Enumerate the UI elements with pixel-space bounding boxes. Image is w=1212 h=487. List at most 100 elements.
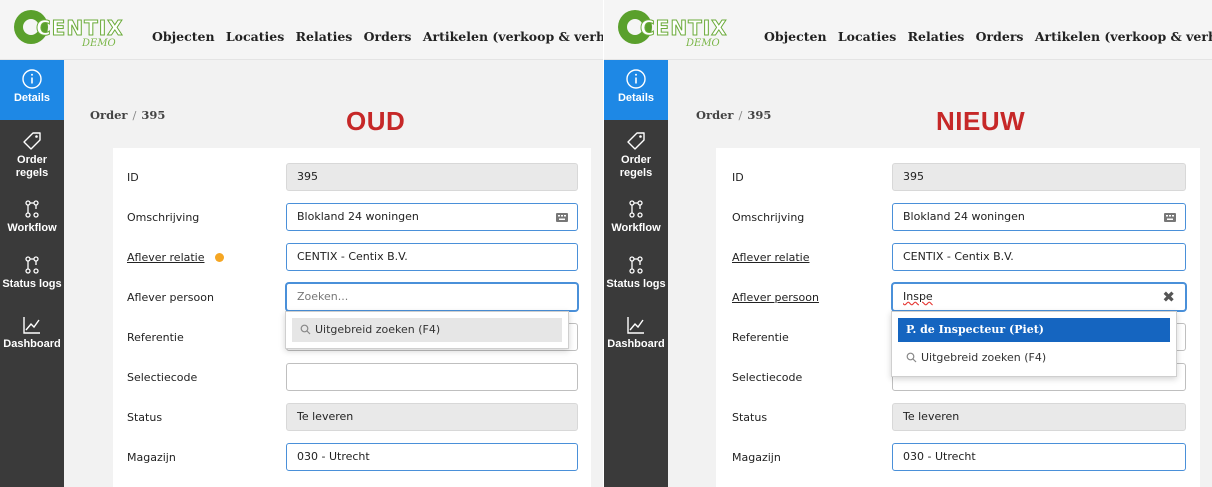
id-field: 395 bbox=[892, 163, 1186, 191]
tag-icon bbox=[627, 132, 645, 150]
advanced-search-label: Uitgebreid zoeken (F4) bbox=[921, 351, 1047, 364]
aflever-persoon-input[interactable]: Zoeken... bbox=[286, 283, 578, 311]
nav-locaties[interactable]: Locaties bbox=[838, 29, 896, 44]
nav-orders[interactable]: Orders bbox=[364, 29, 412, 44]
sidebar-item-details[interactable]: Details bbox=[604, 60, 668, 120]
logo-edition: DEMO bbox=[82, 38, 116, 49]
label-referentie: Referentie bbox=[732, 331, 789, 344]
breadcrumb: Order / 395 bbox=[696, 108, 771, 122]
main-nav: Objecten Locaties Relaties Orders Artike… bbox=[152, 29, 604, 44]
version-label: OUD bbox=[346, 106, 406, 136]
nav-artikelen[interactable]: Artikelen (verkoop & verhuur) bbox=[423, 29, 604, 44]
keyboard-icon[interactable] bbox=[1163, 210, 1177, 224]
sidebar-item-label: Details bbox=[617, 92, 655, 104]
sidebar: Details Order regels Workflow Status log… bbox=[0, 60, 64, 487]
main-nav: Objecten Locaties Relaties Orders Artike… bbox=[764, 29, 1212, 44]
workflow-icon bbox=[629, 256, 643, 274]
chart-icon bbox=[23, 317, 40, 334]
breadcrumb-current: 395 bbox=[141, 108, 166, 122]
label-omschrijving: Omschrijving bbox=[732, 211, 805, 224]
order-form: ID Omschrijving Aflever relatie Aflever … bbox=[716, 148, 1200, 487]
search-icon bbox=[300, 324, 311, 335]
nav-relaties[interactable]: Relaties bbox=[908, 29, 965, 44]
search-icon bbox=[906, 352, 917, 363]
aflever-relatie-field[interactable]: CENTIX - Centix B.V. bbox=[286, 243, 578, 271]
advanced-search-label: Uitgebreid zoeken (F4) bbox=[315, 323, 441, 336]
sidebar-item-order-regels[interactable]: Order regels bbox=[604, 130, 668, 180]
sidebar-item-label: Order regels bbox=[619, 154, 653, 179]
version-label: NIEUW bbox=[936, 106, 1026, 136]
new-panel: CENTIX DEMO Objecten Locaties Relaties O… bbox=[604, 0, 1212, 487]
omschrijving-field[interactable]: Blokland 24 woningen bbox=[286, 203, 578, 231]
sidebar-item-workflow[interactable]: Workflow bbox=[604, 198, 668, 235]
centix-logo[interactable]: CENTIX DEMO bbox=[14, 10, 134, 52]
sidebar-item-details[interactable]: Details bbox=[0, 60, 64, 120]
workflow-icon bbox=[25, 256, 39, 274]
label-magazijn: Magazijn bbox=[127, 451, 176, 464]
sidebar-item-dashboard[interactable]: Dashboard bbox=[0, 314, 64, 351]
search-result-item[interactable]: P. de Inspecteur (Piet) bbox=[898, 318, 1170, 342]
sidebar-item-workflow[interactable]: Workflow bbox=[0, 198, 64, 235]
omschrijving-field[interactable]: Blokland 24 woningen bbox=[892, 203, 1186, 231]
sidebar-item-dashboard[interactable]: Dashboard bbox=[604, 314, 668, 351]
sidebar-item-status-logs[interactable]: Status logs bbox=[0, 254, 64, 291]
nav-relaties[interactable]: Relaties bbox=[296, 29, 353, 44]
workflow-icon bbox=[25, 200, 39, 218]
id-field: 395 bbox=[286, 163, 578, 191]
breadcrumb-root[interactable]: Order bbox=[90, 108, 128, 122]
old-panel: CENTIX DEMO Objecten Locaties Relaties O… bbox=[0, 0, 604, 487]
keyboard-icon[interactable] bbox=[555, 210, 569, 224]
search-dropdown: Uitgebreid zoeken (F4) bbox=[285, 311, 569, 349]
warning-dot bbox=[214, 253, 224, 262]
label-aflever-relatie[interactable]: Aflever relatie bbox=[732, 251, 810, 264]
label-aflever-persoon[interactable]: Aflever persoon bbox=[732, 291, 819, 304]
label-status: Status bbox=[127, 411, 163, 424]
clear-icon[interactable]: ✖ bbox=[1162, 288, 1175, 306]
info-icon bbox=[22, 69, 42, 89]
sidebar: Details Order regels Workflow Status log… bbox=[604, 60, 668, 487]
breadcrumb-separator: / bbox=[738, 108, 743, 122]
aflever-persoon-input[interactable]: Inspe ✖ bbox=[892, 283, 1186, 311]
advanced-search-option[interactable]: Uitgebreid zoeken (F4) bbox=[898, 346, 1170, 370]
workflow-icon bbox=[629, 200, 643, 218]
status-field: Te leveren bbox=[892, 403, 1186, 431]
sidebar-item-label: Dashboard bbox=[607, 338, 665, 350]
label-omschrijving: Omschrijving bbox=[127, 211, 200, 224]
advanced-search-option[interactable]: Uitgebreid zoeken (F4) bbox=[292, 318, 562, 342]
omschrijving-value: Blokland 24 woningen bbox=[903, 210, 1025, 223]
label-id: ID bbox=[127, 171, 139, 184]
aflever-relatie-field[interactable]: CENTIX - Centix B.V. bbox=[892, 243, 1186, 271]
label-aflever-relatie[interactable]: Aflever relatie bbox=[127, 251, 224, 264]
logo-text: CENTIX bbox=[36, 16, 124, 41]
nav-orders[interactable]: Orders bbox=[976, 29, 1024, 44]
nav-artikelen[interactable]: Artikelen (verkoop & verhuur) bbox=[1035, 29, 1212, 44]
tag-icon bbox=[23, 132, 41, 150]
order-form: ID Omschrijving Aflever relatie Aflever … bbox=[113, 148, 591, 487]
breadcrumb-separator: / bbox=[132, 108, 137, 122]
nav-objecten[interactable]: Objecten bbox=[764, 29, 827, 44]
top-bar: CENTIX DEMO Objecten Locaties Relaties O… bbox=[0, 0, 604, 60]
label-selectiecode: Selectiecode bbox=[732, 371, 803, 384]
centix-logo[interactable]: CENTIX DEMO bbox=[618, 10, 738, 52]
label-aflever-persoon: Aflever persoon bbox=[127, 291, 214, 304]
magazijn-field[interactable]: 030 - Utrecht bbox=[286, 443, 578, 471]
logo-text: CENTIX bbox=[640, 16, 728, 41]
sidebar-item-label: Details bbox=[13, 92, 51, 104]
label-referentie: Referentie bbox=[127, 331, 184, 344]
magazijn-field[interactable]: 030 - Utrecht bbox=[892, 443, 1186, 471]
breadcrumb-root[interactable]: Order bbox=[696, 108, 734, 122]
chart-icon bbox=[627, 317, 644, 334]
sidebar-item-order-regels[interactable]: Order regels bbox=[0, 130, 64, 180]
label-id: ID bbox=[732, 171, 744, 184]
breadcrumb: Order / 395 bbox=[90, 108, 165, 122]
sidebar-item-label: Workflow bbox=[7, 222, 57, 234]
label-selectiecode: Selectiecode bbox=[127, 371, 198, 384]
nav-locaties[interactable]: Locaties bbox=[226, 29, 284, 44]
label-aflever-relatie-text: Aflever relatie bbox=[127, 251, 205, 264]
nav-objecten[interactable]: Objecten bbox=[152, 29, 215, 44]
selectiecode-field[interactable] bbox=[286, 363, 578, 391]
aflever-persoon-value: Inspe bbox=[903, 290, 933, 303]
info-icon bbox=[626, 69, 646, 89]
sidebar-item-status-logs[interactable]: Status logs bbox=[604, 254, 668, 291]
sidebar-item-label: Dashboard bbox=[3, 338, 61, 350]
